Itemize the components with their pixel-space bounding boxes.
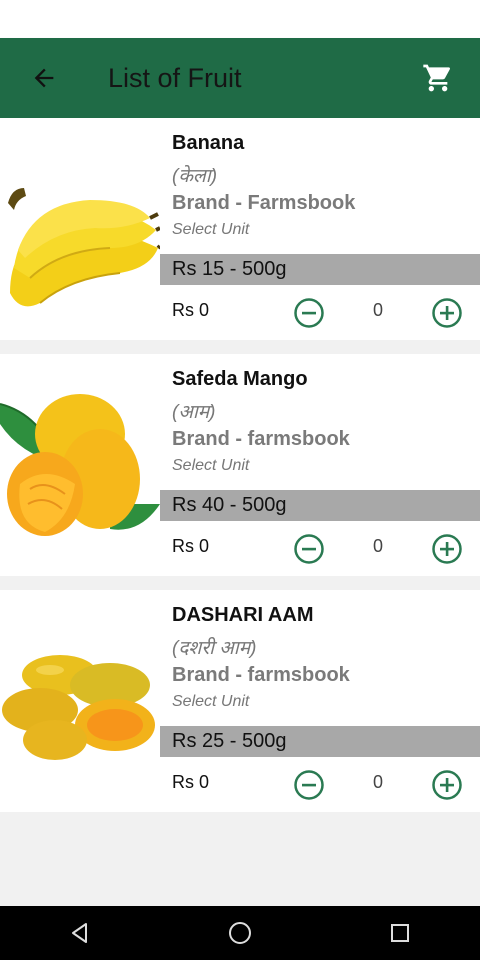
minus-circle-icon[interactable]	[293, 769, 325, 801]
product-card[interactable]: Banana (केला) Brand - Farmsbook Select U…	[0, 118, 480, 340]
product-brand: Brand - Farmsbook	[172, 192, 356, 214]
nav-recents-icon	[391, 924, 409, 942]
plus-circle-icon[interactable]	[431, 533, 463, 565]
product-info: DASHARI AAM (दशरी आम) Brand - farmsbook …	[160, 590, 480, 812]
price-unit-selector[interactable]: Rs 25 - 500g	[160, 726, 480, 757]
product-card[interactable]: Safeda Mango (आम) Brand - farmsbook Sele…	[0, 354, 480, 576]
page-title: List of Fruit	[108, 62, 242, 93]
nav-home-icon	[229, 922, 251, 944]
arrow-back-icon	[34, 68, 54, 88]
minus-circle-icon[interactable]	[293, 533, 325, 565]
plus-circle-icon[interactable]	[431, 769, 463, 801]
product-brand: Brand - farmsbook	[172, 428, 350, 450]
quantity-value: 0	[372, 300, 383, 320]
product-local-name: (आम)	[172, 402, 216, 423]
nav-recents-button[interactable]	[370, 906, 430, 960]
nav-back-icon	[72, 923, 87, 943]
dashari-mango-image	[0, 590, 160, 812]
back-button[interactable]	[14, 48, 74, 108]
status-bar	[0, 0, 480, 38]
product-card[interactable]: DASHARI AAM (दशरी आम) Brand - farmsbook …	[0, 590, 480, 812]
system-navigation-bar	[0, 906, 480, 960]
shopping-cart-icon	[423, 64, 451, 92]
app-bar: List of Fruit	[0, 38, 480, 118]
mango-image	[0, 354, 160, 576]
total-price: Rs 0	[172, 300, 210, 320]
product-brand: Brand - farmsbook	[172, 664, 350, 686]
product-local-name: (दशरी आम)	[172, 638, 257, 659]
plus-circle-icon[interactable]	[431, 297, 463, 329]
nav-home-button[interactable]	[210, 906, 270, 960]
quantity-value: 0	[372, 772, 383, 792]
product-local-name: (केला)	[172, 166, 218, 187]
product-name: DASHARI AAM	[172, 604, 314, 626]
select-unit-label[interactable]: Select Unit	[172, 457, 249, 475]
select-unit-label[interactable]: Select Unit	[172, 221, 249, 239]
price-unit-selector[interactable]: Rs 15 - 500g	[160, 254, 480, 285]
product-info: Banana (केला) Brand - Farmsbook Select U…	[160, 118, 480, 340]
product-name: Safeda Mango	[172, 368, 308, 390]
cart-button[interactable]	[410, 50, 466, 106]
select-unit-label[interactable]: Select Unit	[172, 693, 249, 711]
total-price: Rs 0	[172, 536, 210, 556]
product-name: Banana	[172, 132, 245, 154]
total-price: Rs 0	[172, 772, 210, 792]
product-info: Safeda Mango (आम) Brand - farmsbook Sele…	[160, 354, 480, 576]
nav-back-button[interactable]	[50, 906, 110, 960]
quantity-value: 0	[372, 536, 383, 556]
price-unit-selector[interactable]: Rs 40 - 500g	[160, 490, 480, 521]
minus-circle-icon[interactable]	[293, 297, 325, 329]
banana-image	[0, 118, 160, 340]
